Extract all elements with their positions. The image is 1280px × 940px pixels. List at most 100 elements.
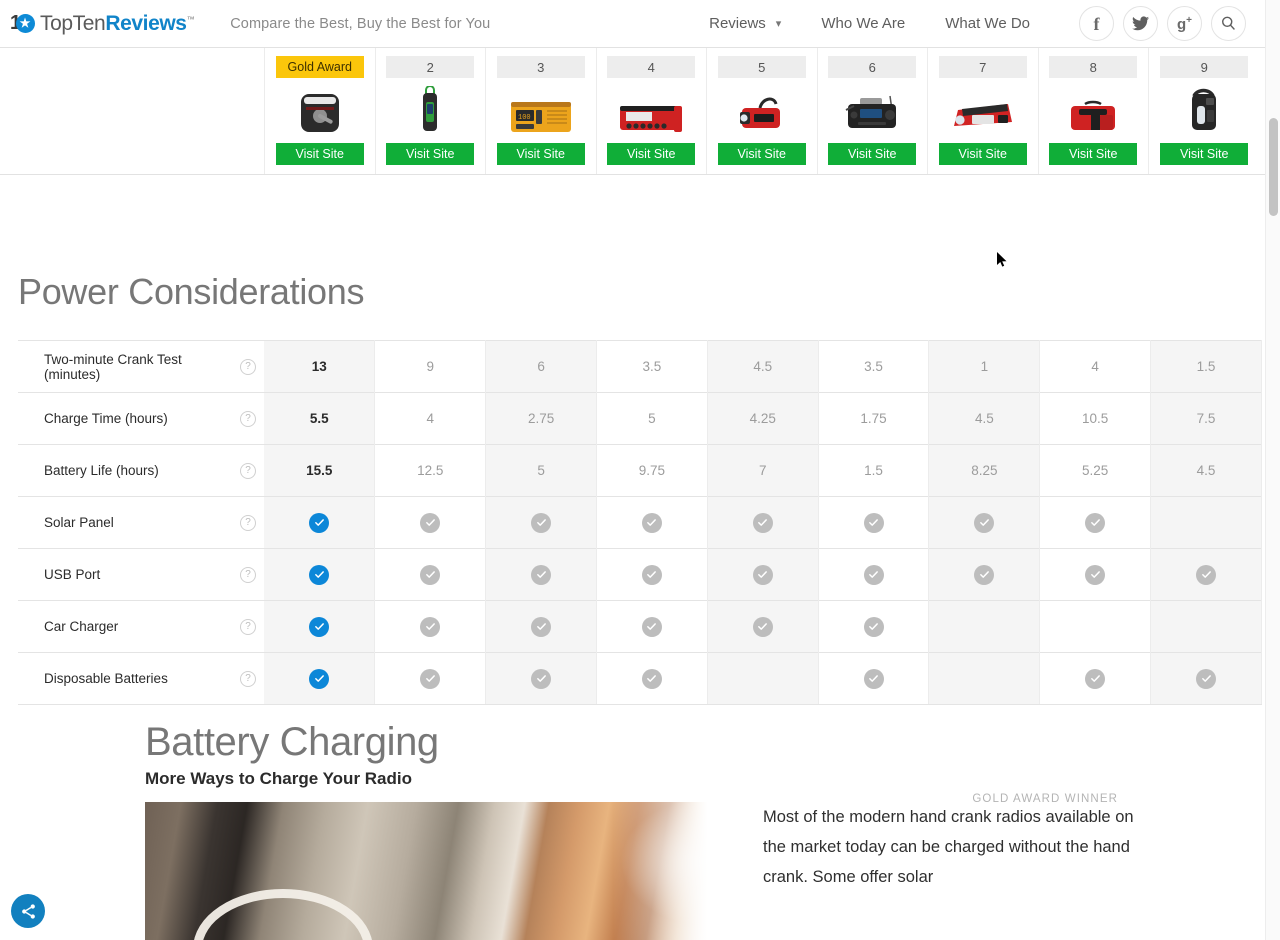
table-cell: 7.5 xyxy=(1150,392,1262,445)
table-row: USB Port? xyxy=(18,548,1262,601)
cell-value: 7.5 xyxy=(1196,411,1216,426)
cable-shape xyxy=(193,889,373,940)
row-label-cell: Two-minute Crank Test (minutes)? xyxy=(18,340,265,393)
table-cell xyxy=(596,600,708,653)
check-icon xyxy=(420,512,441,533)
table-cell: 15.5 xyxy=(264,444,376,497)
table-row: Battery Life (hours)? 15.5 12.5 5 9.75 7 1.5 8.… xyxy=(18,444,1262,497)
power-considerations-table: Two-minute Crank Test (minutes)? 13 9 6 3.5 4… xyxy=(18,340,1262,705)
googleplus-icon[interactable]: g+ xyxy=(1167,6,1202,41)
gold-award-winner-label: GOLD AWARD WINNER xyxy=(972,793,1118,805)
check-icon xyxy=(863,512,884,533)
table-cell: 1.5 xyxy=(818,444,930,497)
nav-item-who-we-are[interactable]: Who We Are xyxy=(821,15,905,32)
product-cell-5[interactable]: 5 Visit Site xyxy=(707,48,818,174)
logo-trademark: ™ xyxy=(186,14,195,24)
help-icon[interactable]: ? xyxy=(240,462,257,479)
row-label-cell: Solar Panel? xyxy=(18,496,265,549)
product-comparison-strip: Gold Award Visit Site 2 Visit Site 3 100… xyxy=(0,48,1272,175)
table-cell xyxy=(818,496,930,549)
check-icon xyxy=(1196,668,1217,689)
table-cell xyxy=(374,496,487,549)
table-cell: 5 xyxy=(596,392,708,445)
nav-item-reviews[interactable]: Reviews ▾ xyxy=(709,15,781,32)
table-cell: 4.25 xyxy=(707,392,819,445)
twitter-icon[interactable] xyxy=(1123,6,1158,41)
page-scrollbar[interactable] xyxy=(1265,0,1280,940)
site-logo[interactable]: 10 1 TopTenReviews™ xyxy=(10,12,195,36)
table-cell xyxy=(485,600,597,653)
visit-site-button-7[interactable]: Visit Site xyxy=(938,143,1027,165)
scrollbar-thumb[interactable] xyxy=(1269,118,1278,216)
check-icon xyxy=(420,616,441,637)
visit-site-button-4[interactable]: Visit Site xyxy=(607,143,696,165)
table-cell xyxy=(928,600,1041,653)
product-image-1 xyxy=(295,84,345,136)
cell-value: 5.5 xyxy=(309,411,329,426)
table-cell: 1 xyxy=(928,340,1041,393)
cell-value: 4.5 xyxy=(974,411,994,426)
table-cell xyxy=(1150,548,1262,601)
table-row: Car Charger? xyxy=(18,600,1262,653)
check-icon xyxy=(420,668,441,689)
table-cell xyxy=(374,548,487,601)
help-icon[interactable]: ? xyxy=(240,514,257,531)
table-cell xyxy=(818,600,930,653)
table-cell xyxy=(928,652,1041,705)
check-icon xyxy=(420,564,441,585)
share-icon[interactable] xyxy=(11,894,45,928)
product-cell-7[interactable]: 7 Visit Site xyxy=(928,48,1039,174)
cell-value: 1.5 xyxy=(864,463,883,478)
check-icon xyxy=(1085,668,1106,689)
visit-site-button-8[interactable]: Visit Site xyxy=(1049,143,1138,165)
product-image-7 xyxy=(950,84,1016,136)
visit-site-button-3[interactable]: Visit Site xyxy=(496,143,585,165)
visit-site-button-9[interactable]: Visit Site xyxy=(1160,143,1249,165)
table-cell xyxy=(818,652,930,705)
table-cell: 4.5 xyxy=(1150,444,1262,497)
help-icon[interactable]: ? xyxy=(240,410,257,427)
help-icon[interactable]: ? xyxy=(240,358,257,375)
visit-site-button-1[interactable]: Visit Site xyxy=(275,143,364,165)
product-image-5 xyxy=(736,84,788,136)
help-icon[interactable]: ? xyxy=(240,618,257,635)
table-row: Solar Panel? xyxy=(18,496,1262,549)
table-cell: 2.75 xyxy=(485,392,597,445)
table-cell: 3.5 xyxy=(818,340,930,393)
row-label-cell: USB Port? xyxy=(18,548,265,601)
row-label: Charge Time (hours) xyxy=(44,411,168,426)
rank-badge-7: 7 xyxy=(938,56,1027,78)
product-cell-6[interactable]: 6 Visit Site xyxy=(818,48,928,174)
product-cell-8[interactable]: 8 Visit Site xyxy=(1039,48,1149,174)
check-icon xyxy=(641,564,662,585)
product-cell-1[interactable]: Gold Award Visit Site xyxy=(265,48,376,174)
product-cell-3[interactable]: 3 100 Visit Site xyxy=(486,48,597,174)
cell-value: 15.5 xyxy=(306,463,333,478)
table-cell: 5 xyxy=(485,444,597,497)
battery-charging-title: Battery Charging xyxy=(145,720,439,764)
row-label: Car Charger xyxy=(44,619,119,634)
facebook-icon[interactable]: f xyxy=(1079,6,1114,41)
cell-value: 1 xyxy=(980,359,989,374)
check-icon xyxy=(641,512,662,533)
table-cell xyxy=(1039,600,1152,653)
product-cell-9[interactable]: 9 Visit Site xyxy=(1149,48,1260,174)
table-cell xyxy=(264,548,376,601)
visit-site-button-6[interactable]: Visit Site xyxy=(828,143,917,165)
help-icon[interactable]: ? xyxy=(240,670,257,687)
nav-item-what-we-do[interactable]: What We Do xyxy=(945,15,1030,32)
product-cell-2[interactable]: 2 Visit Site xyxy=(376,48,486,174)
cell-value: 4 xyxy=(426,411,435,426)
check-icon-highlighted xyxy=(309,564,330,585)
table-cell xyxy=(596,652,708,705)
search-icon[interactable] xyxy=(1211,6,1246,41)
row-label-cell: Battery Life (hours)? xyxy=(18,444,265,497)
check-icon xyxy=(863,616,884,637)
cell-value: 1.5 xyxy=(1196,359,1216,374)
product-image-9 xyxy=(1184,84,1224,136)
visit-site-button-2[interactable]: Visit Site xyxy=(386,143,475,165)
product-cell-4[interactable]: 4 Visit Site xyxy=(597,48,707,174)
help-icon[interactable]: ? xyxy=(240,566,257,583)
visit-site-button-5[interactable]: Visit Site xyxy=(717,143,806,165)
photo-fade xyxy=(613,802,723,940)
